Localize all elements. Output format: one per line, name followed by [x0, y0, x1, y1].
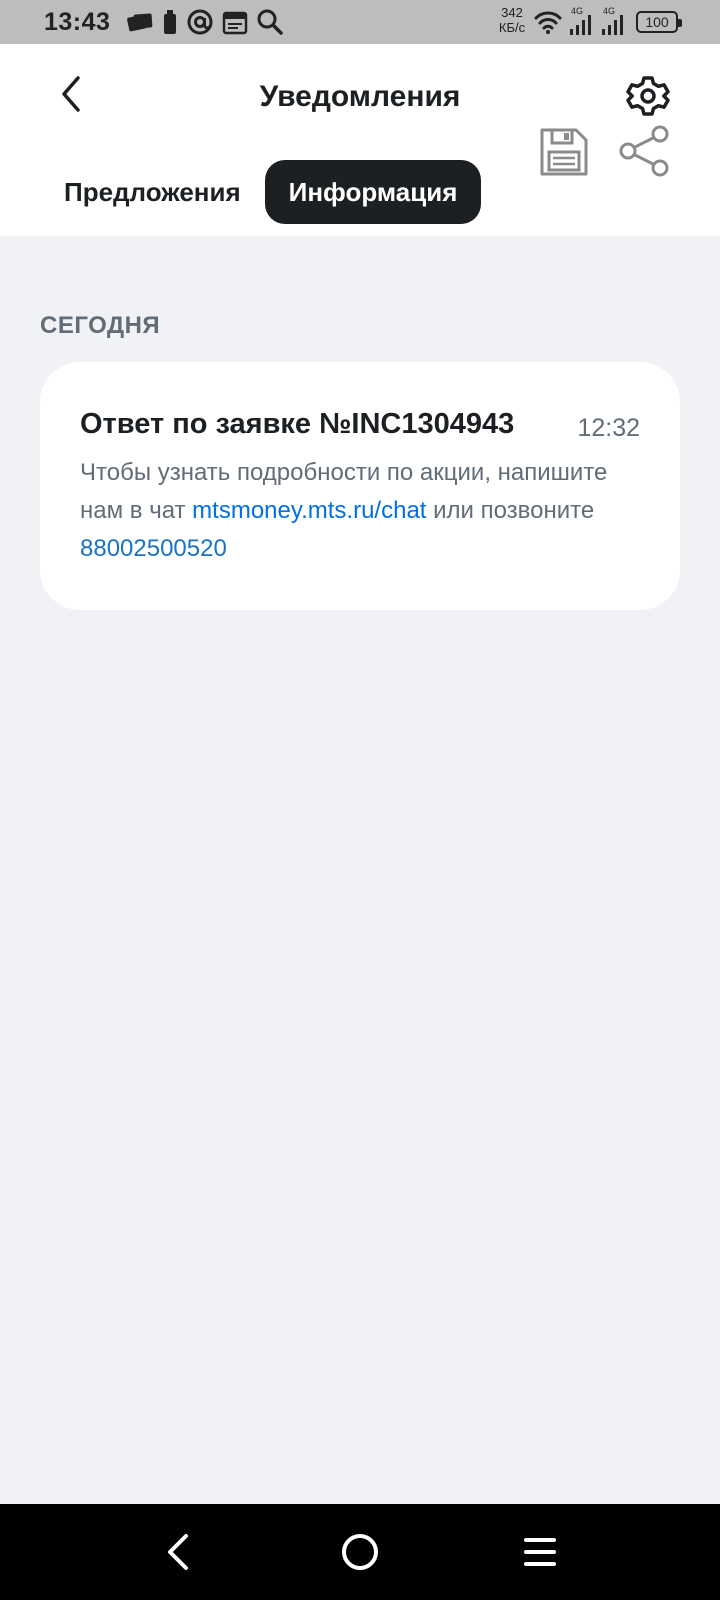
- page-title: Уведомления: [259, 80, 461, 113]
- floppy-disk-icon: [540, 128, 588, 176]
- battery-saver-icon: [164, 10, 176, 34]
- status-left-icons: [126, 8, 284, 36]
- nav-menu-button[interactable]: [518, 1530, 562, 1574]
- tab-offers[interactable]: Предложения: [46, 160, 259, 224]
- status-time: 13:43: [44, 8, 111, 36]
- settings-button[interactable]: [626, 74, 670, 118]
- phone-link[interactable]: 88002500520: [80, 535, 227, 562]
- nav-home-button[interactable]: [338, 1530, 382, 1574]
- signal-1: 4G: [568, 6, 594, 37]
- wifi-icon: [534, 11, 562, 34]
- section-date-label: СЕГОДНЯ: [40, 312, 161, 339]
- calendar-icon: [222, 11, 248, 35]
- notification-card[interactable]: Ответ по заявке №INC1304943 12:32 Чтобы …: [40, 362, 680, 610]
- gear-icon: [626, 76, 670, 116]
- chevron-left-icon: [168, 1534, 188, 1570]
- save-button[interactable]: [538, 126, 590, 178]
- battery-indicator: 100: [636, 11, 682, 33]
- chat-link[interactable]: mtsmoney.mts.ru/chat: [192, 497, 426, 524]
- share-button[interactable]: [618, 124, 672, 178]
- nav-back-button[interactable]: [158, 1530, 202, 1574]
- notification-time: 12:32: [577, 414, 640, 442]
- header: Уведомления Предложения Информация: [0, 44, 720, 236]
- signal-2: 4G: [600, 6, 626, 37]
- cards-icon: [127, 13, 153, 32]
- network-speed: 342 КБ/с: [498, 5, 526, 35]
- share-icon: [619, 125, 669, 177]
- circle-home-icon: [342, 1534, 378, 1570]
- notification-body: Чтобы узнать подробности по акции, напиш…: [80, 454, 645, 568]
- status-bar: 13:43 342 КБ/с 4G 4G 100: [0, 0, 720, 44]
- notification-text-middle: или позвоните: [426, 497, 595, 524]
- search-icon: [257, 9, 283, 35]
- tab-information[interactable]: Информация: [264, 160, 482, 224]
- tab-bar: Предложения Информация: [46, 160, 482, 224]
- status-right-icons: 4G 4G 100: [534, 6, 682, 37]
- system-nav-bar: [0, 1504, 720, 1600]
- notification-title: Ответ по заявке №INC1304943: [80, 408, 515, 440]
- menu-icon: [524, 1538, 556, 1566]
- at-icon: [187, 9, 213, 35]
